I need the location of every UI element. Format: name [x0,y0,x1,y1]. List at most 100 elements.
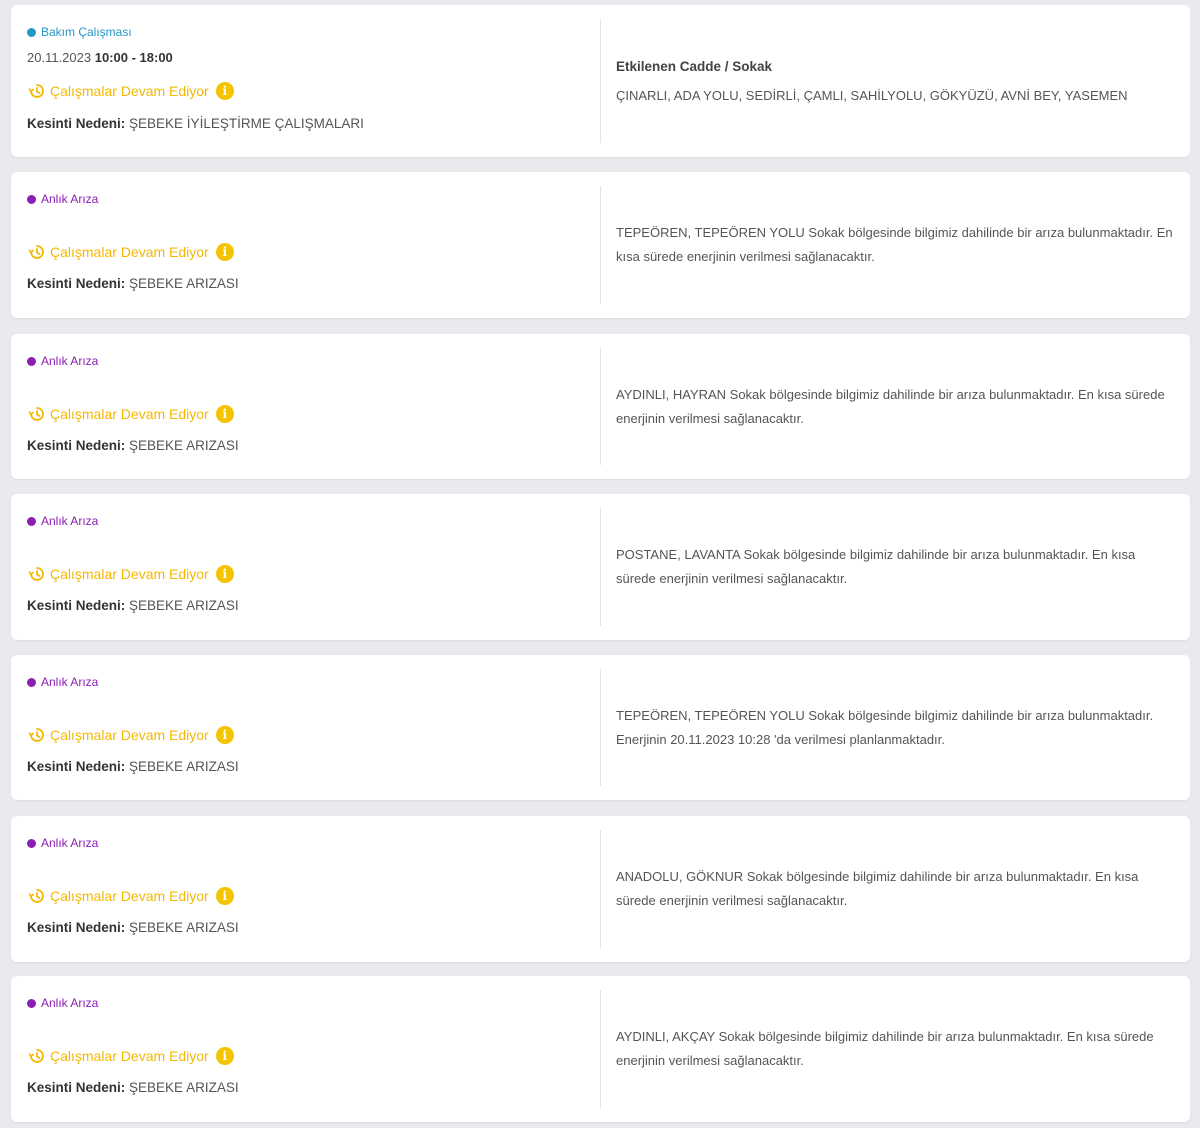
outage-description: AYDINLI, AKÇAY Sokak bölgesinde bilgimiz… [616,1029,1154,1068]
info-icon[interactable]: i [215,243,234,261]
divider [600,19,601,143]
outage-reason-label: Kesinti Nedeni: [27,1080,126,1095]
clock-refresh-icon [28,84,44,98]
outage-card-fault[interactable]: Anlık Arıza Çalışmalar Devam Ediyor i Ke… [11,976,1190,1122]
outage-reason: Kesinti Nedeni: ŞEBEKE İYİLEŞTİRME ÇALIŞ… [27,116,364,131]
outage-detail: POSTANE, LAVANTA Sokak bölgesinde bilgim… [616,494,1178,640]
outage-card-fault[interactable]: Anlık Arıza Çalışmalar Devam Ediyor i Ke… [11,655,1190,800]
outage-reason-label: Kesinti Nedeni: [27,116,126,131]
outage-datetime: 20.11.2023 10:00 - 18:00 [27,50,173,65]
info-icon[interactable]: i [215,565,234,583]
outage-reason-value: ŞEBEKE ARIZASI [129,276,239,291]
affected-streets-title: Etkilenen Cadde / Sokak [616,59,773,74]
outage-card-maintenance[interactable]: Bakım Çalışması 20.11.2023 10:00 - 18:00… [11,5,1190,157]
outage-reason: Kesinti Nedeni: ŞEBEKE ARIZASI [27,598,239,613]
divider [600,348,601,465]
outage-type-label: Anlık Arıza [41,675,99,689]
outage-reason-value: ŞEBEKE İYİLEŞTİRME ÇALIŞMALARI [129,116,364,131]
clock-refresh-icon [28,407,44,421]
outage-type: Anlık Arıza [27,354,98,368]
work-status: Çalışmalar Devam Ediyor i [27,81,234,101]
info-icon[interactable]: i [215,1047,234,1065]
outage-detail: ANADOLU, GÖKNUR Sokak bölgesinde bilgimi… [616,816,1178,962]
outage-reason: Kesinti Nedeni: ŞEBEKE ARIZASI [27,759,239,774]
outage-type-label: Anlık Arıza [41,514,99,528]
work-status: Çalışmalar Devam Ediyor i [27,564,234,584]
status-dot [27,838,36,848]
outage-summary: Anlık Arıza Çalışmalar Devam Ediyor i Ke… [27,494,597,640]
info-icon[interactable]: i [215,405,234,423]
status-dot [27,356,36,366]
outage-time: 10:00 - 18:00 [94,50,173,65]
outage-reason-label: Kesinti Nedeni: [27,759,126,774]
outage-card-fault[interactable]: Anlık Arıza Çalışmalar Devam Ediyor i Ke… [11,816,1190,962]
outage-type-label: Anlık Arıza [41,996,99,1010]
outage-description: ANADOLU, GÖKNUR Sokak bölgesinde bilgimi… [616,869,1139,908]
divider [600,990,601,1108]
clock-refresh-icon [28,889,44,903]
outage-reason: Kesinti Nedeni: ŞEBEKE ARIZASI [27,920,239,935]
outage-description: POSTANE, LAVANTA Sokak bölgesinde bilgim… [616,547,1136,586]
work-status: Çalışmalar Devam Ediyor i [27,886,234,906]
outage-reason: Kesinti Nedeni: ŞEBEKE ARIZASI [27,1080,239,1095]
outage-list: Bakım Çalışması 20.11.2023 10:00 - 18:00… [0,0,1200,1128]
info-icon[interactable]: i [215,887,234,905]
outage-summary: Anlık Arıza Çalışmalar Devam Ediyor i Ke… [27,816,597,962]
outage-reason-label: Kesinti Nedeni: [27,438,126,453]
affected-streets-list: ÇINARLI, ADA YOLU, SEDİRLİ, ÇAMLI, SAHİL… [616,88,1128,103]
outage-card-fault[interactable]: Anlık Arıza Çalışmalar Devam Ediyor i Ke… [11,172,1190,318]
work-status-label: Çalışmalar Devam Ediyor [50,406,209,422]
info-icon[interactable]: i [215,82,234,100]
work-status-label: Çalışmalar Devam Ediyor [50,83,209,99]
outage-reason-value: ŞEBEKE ARIZASI [129,438,239,453]
status-dot [27,998,36,1008]
outage-summary: Anlık Arıza Çalışmalar Devam Ediyor i Ke… [27,976,597,1122]
outage-date: 20.11.2023 [27,50,92,65]
outage-reason-value: ŞEBEKE ARIZASI [129,1080,239,1095]
outage-card-fault[interactable]: Anlık Arıza Çalışmalar Devam Ediyor i Ke… [11,334,1190,479]
work-status: Çalışmalar Devam Ediyor i [27,404,234,424]
outage-type-label: Bakım Çalışması [41,25,132,39]
divider [600,830,601,948]
info-icon[interactable]: i [215,726,234,744]
outage-type: Anlık Arıza [27,192,98,206]
outage-summary: Anlık Arıza Çalışmalar Devam Ediyor i Ke… [27,334,597,479]
outage-summary: Bakım Çalışması 20.11.2023 10:00 - 18:00… [27,5,597,157]
outage-type: Anlık Arıza [27,996,98,1010]
status-dot [27,677,36,687]
outage-reason: Kesinti Nedeni: ŞEBEKE ARIZASI [27,276,239,291]
outage-detail: TEPEÖREN, TEPEÖREN YOLU Sokak bölgesinde… [616,172,1178,318]
outage-detail: AYDINLI, HAYRAN Sokak bölgesinde bilgimi… [616,334,1178,479]
outage-type-label: Anlık Arıza [41,836,99,850]
divider [600,669,601,786]
work-status: Çalışmalar Devam Ediyor i [27,242,234,262]
clock-refresh-icon [28,1049,44,1063]
outage-reason-value: ŞEBEKE ARIZASI [129,759,239,774]
outage-description: TEPEÖREN, TEPEÖREN YOLU Sokak bölgesinde… [616,225,1173,264]
work-status-label: Çalışmalar Devam Ediyor [50,888,209,904]
outage-type: Anlık Arıza [27,675,98,689]
outage-type-label: Anlık Arıza [41,354,99,368]
outage-description: TEPEÖREN, TEPEÖREN YOLU Sokak bölgesinde… [616,707,1154,747]
work-status-label: Çalışmalar Devam Ediyor [50,727,209,743]
outage-detail: Etkilenen Cadde / Sokak ÇINARLI, ADA YOL… [616,5,1178,157]
outage-type: Anlık Arıza [27,836,98,850]
work-status: Çalışmalar Devam Ediyor i [27,725,234,745]
work-status-label: Çalışmalar Devam Ediyor [50,1048,209,1064]
clock-refresh-icon [28,245,44,259]
work-status: Çalışmalar Devam Ediyor i [27,1046,234,1066]
divider [600,508,601,626]
outage-summary: Anlık Arıza Çalışmalar Devam Ediyor i Ke… [27,172,597,318]
clock-refresh-icon [28,728,44,742]
clock-refresh-icon [28,567,44,581]
outage-reason: Kesinti Nedeni: ŞEBEKE ARIZASI [27,438,239,453]
outage-detail: TEPEÖREN, TEPEÖREN YOLU Sokak bölgesinde… [616,655,1178,800]
outage-reason-label: Kesinti Nedeni: [27,598,126,613]
status-dot [27,516,36,526]
outage-type: Bakım Çalışması [27,25,132,39]
outage-summary: Anlık Arıza Çalışmalar Devam Ediyor i Ke… [27,655,597,800]
outage-detail: AYDINLI, AKÇAY Sokak bölgesinde bilgimiz… [616,976,1178,1122]
outage-card-fault[interactable]: Anlık Arıza Çalışmalar Devam Ediyor i Ke… [11,494,1190,640]
divider [600,186,601,304]
outage-reason-value: ŞEBEKE ARIZASI [129,920,239,935]
